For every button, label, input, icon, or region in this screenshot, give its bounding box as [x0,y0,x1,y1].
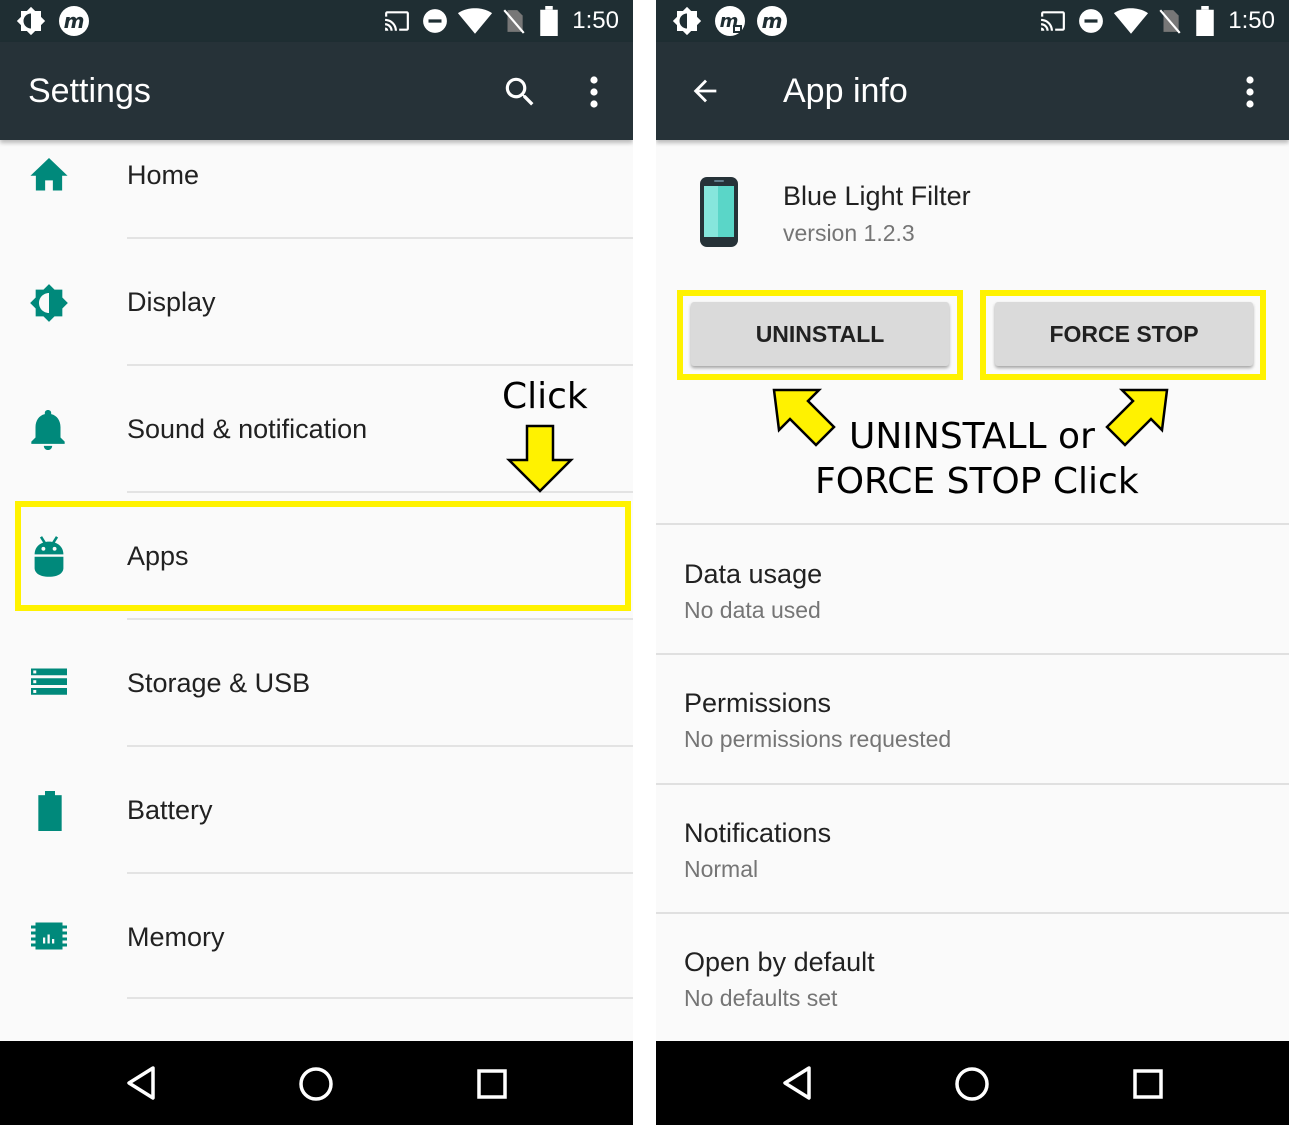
settings-item-storage[interactable]: Storage & USB [0,620,633,745]
app-version: version 1.2.3 [783,220,915,246]
section-title: Notifications [684,818,832,848]
data-usage-section[interactable]: Data usage No data used [656,525,1289,653]
up-right-arrow-icon [1105,388,1169,447]
navigation-bar [0,1041,633,1125]
section-title: Permissions [684,688,832,718]
home-nav-icon[interactable] [298,1066,334,1102]
m-app-icon: m [757,6,787,36]
settings-screen: m 1:50 Settings Home Display Sound & not… [0,0,633,1125]
click-annotation: Click [502,376,588,417]
brightness-icon [16,6,46,36]
section-title: Open by default [684,947,875,977]
status-time: 1:50 [1228,7,1275,34]
back-icon[interactable] [780,1065,814,1101]
svg-text:m: m [762,9,783,33]
back-icon[interactable] [124,1065,158,1101]
app-toolbar: Settings [0,42,633,140]
battery-icon [1196,6,1214,36]
settings-item-label: Home [127,160,200,190]
divider [127,997,633,999]
search-icon[interactable] [501,73,539,111]
settings-item-label: Memory [127,922,225,952]
phone-app-icon [700,177,738,247]
recents-icon[interactable] [476,1068,508,1100]
back-arrow-icon[interactable] [688,74,722,108]
cast-icon [1041,11,1065,31]
app-toolbar: App info [656,42,1289,140]
page-title: App info [783,72,908,110]
memory-icon [31,922,67,950]
wifi-icon [1114,8,1148,34]
settings-item-label: Storage & USB [127,668,311,698]
cast-icon [385,11,409,31]
settings-item-memory[interactable]: Memory [0,874,633,999]
settings-item-home[interactable]: Home [0,140,633,238]
settings-item-label: Sound & notification [127,414,368,444]
navigation-bar [656,1041,1289,1125]
settings-item-label: Battery [127,795,213,825]
uninstall-force-stop-annotation: FORCE STOP Click [815,461,1139,502]
page-title: Settings [28,72,151,110]
m-app-icon: m [715,6,745,36]
wifi-icon [458,8,492,34]
battery-icon [38,791,62,831]
bell-icon [31,410,65,450]
up-left-arrow-icon [772,388,836,447]
m-app-icon: m [59,6,89,36]
force-stop-highlight-box [980,290,1266,380]
section-title: Data usage [684,559,823,589]
battery-icon [540,6,558,36]
down-arrow-icon [505,424,575,493]
app-info-screen: m m 1:50 App info Blue Light Filter vers… [656,0,1289,1125]
status-time: 1:50 [572,7,619,34]
uninstall-force-stop-annotation: UNINSTALL or [849,416,1095,457]
section-subtitle: No data used [684,597,821,623]
do-not-disturb-icon [1079,9,1103,33]
settings-item-label: Display [127,287,216,317]
recents-icon[interactable] [1132,1068,1164,1100]
brightness-icon [672,6,702,36]
settings-item-display[interactable]: Display [0,239,633,364]
settings-item-battery[interactable]: Battery [0,747,633,872]
section-subtitle: Normal [684,856,759,882]
no-sim-icon [1159,9,1181,34]
section-subtitle: No defaults set [684,985,838,1011]
more-options-icon[interactable] [581,74,607,110]
notifications-section[interactable]: Notifications Normal [656,785,1289,912]
storage-icon [31,668,67,695]
permissions-section[interactable]: Permissions No permissions requested [656,655,1289,783]
section-subtitle: No permissions requested [684,726,952,752]
status-bar: m m 1:50 [656,0,1289,42]
open-by-default-section[interactable]: Open by default No defaults set [656,914,1289,1041]
home-icon [30,158,68,191]
more-options-icon[interactable] [1237,74,1263,110]
do-not-disturb-icon [423,9,447,33]
home-nav-icon[interactable] [954,1066,990,1102]
display-icon [30,284,68,322]
no-sim-icon [503,9,525,34]
status-bar: m 1:50 [0,0,633,42]
app-name: Blue Light Filter [783,181,971,211]
svg-text:m: m [64,9,85,33]
uninstall-highlight-box [677,290,963,380]
apps-highlight-box [15,501,631,611]
